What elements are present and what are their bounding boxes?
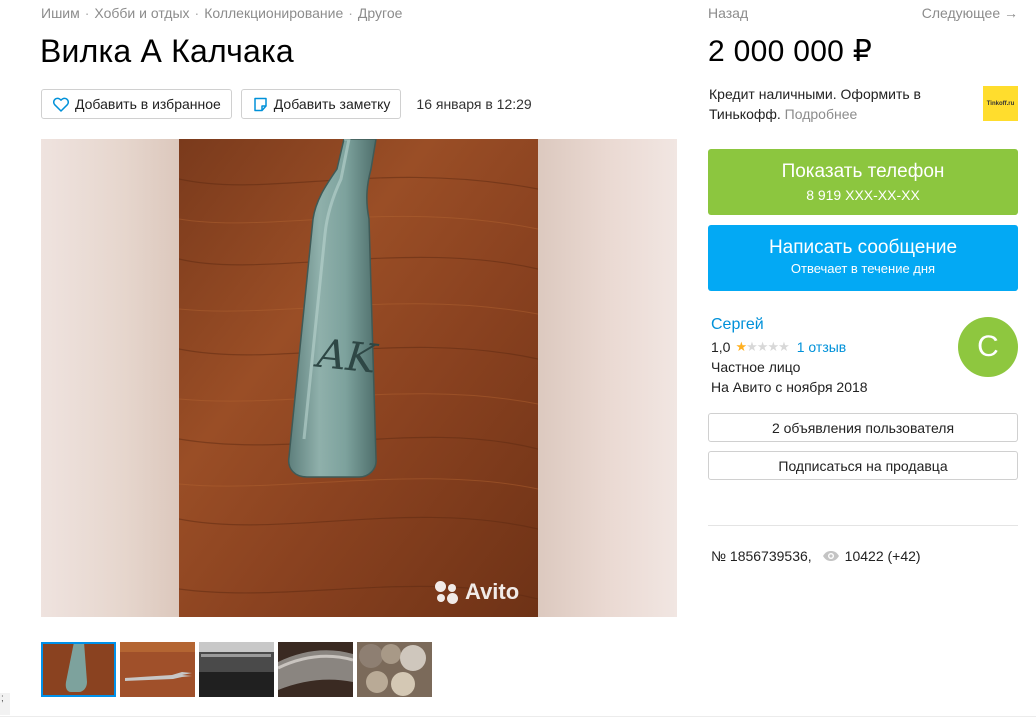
add-to-favorites-button[interactable]: Добавить в избранное: [41, 89, 232, 119]
page-title: Вилка А Калчака: [40, 33, 294, 69]
seller-avatar[interactable]: С: [958, 317, 1018, 377]
credit-offer: Кредит наличными. Оформить в Тинькофф. П…: [709, 84, 949, 124]
divider: [708, 525, 1018, 526]
star-icon: ★: [735, 339, 747, 354]
star-icon: ★: [746, 339, 758, 354]
breadcrumb: Ишим · Хобби и отдых · Коллекционирование · Др…: [41, 5, 402, 21]
price: 2 000 000 ₽: [708, 35, 873, 68]
breadcrumb-item-city[interactable]: Ишим: [41, 5, 80, 21]
avito-watermark: Avito: [433, 579, 519, 605]
rating-stars: ★★★★★: [735, 339, 790, 355]
show-phone-button[interactable]: Показать телефон 8 919 XXX-XX-XX: [708, 149, 1018, 215]
write-message-button[interactable]: Написать сообщение Отвечает в течение дн…: [708, 225, 1018, 291]
star-icon: ★: [778, 339, 790, 354]
avatar-letter: С: [977, 330, 999, 363]
seller-rating: 1,0 ★★★★★ 1 отзыв: [711, 339, 846, 355]
listing-meta: № 1856739536, 10422 (+42): [711, 548, 921, 564]
seller-name-link[interactable]: Сергей: [711, 316, 764, 334]
views-count: 10422 (+42): [844, 548, 921, 564]
tinkoff-logo[interactable]: Tinkoff.ru: [983, 86, 1018, 121]
thumbnail-2[interactable]: [120, 642, 195, 697]
item-number: № 1856739536,: [711, 548, 812, 564]
subscribe-seller-button[interactable]: Подписаться на продавца: [708, 451, 1018, 480]
tinkoff-logo-text: Tinkoff.ru: [986, 100, 1015, 107]
heart-icon: [53, 97, 69, 112]
bottom-divider: [0, 716, 1036, 717]
thumbnail-1[interactable]: [41, 642, 116, 697]
eye-icon: [822, 551, 839, 561]
listing-actions: Добавить в избранное Добавить заметку 16…: [41, 89, 532, 119]
gallery-blur-right: [538, 139, 677, 617]
breadcrumb-separator: ·: [194, 5, 200, 21]
previous-listing-link[interactable]: Назад: [708, 5, 748, 21]
star-icon: ★: [767, 339, 779, 354]
avito-logo-icon: [433, 579, 459, 605]
seller-rating-value: 1,0: [711, 339, 731, 355]
reviews-link[interactable]: 1 отзыв: [797, 339, 847, 355]
show-phone-title: Показать телефон: [781, 161, 945, 182]
breadcrumb-item-other[interactable]: Другое: [358, 5, 402, 21]
note-icon: [254, 97, 267, 111]
publish-date: 16 января в 12:29: [416, 96, 532, 112]
star-icon: ★: [756, 339, 769, 354]
breadcrumb-separator: ·: [84, 5, 90, 21]
avito-watermark-text: Avito: [465, 579, 520, 604]
seller-ads-button[interactable]: 2 объявления пользователя: [708, 413, 1018, 442]
main-photo[interactable]: AK: [179, 139, 538, 617]
write-message-subtitle: Отвечает в течение дня: [790, 261, 936, 276]
breadcrumb-item-hobby[interactable]: Хобби и отдых: [94, 5, 189, 21]
thumbnail-strip: [41, 642, 436, 697]
next-listing-link[interactable]: Следующее →: [922, 5, 1018, 21]
fork-photo-image: AK: [179, 139, 538, 617]
write-message-title: Написать сообщение: [768, 237, 958, 258]
add-note-button[interactable]: Добавить заметку: [240, 89, 402, 119]
thumbnail-3[interactable]: [199, 642, 274, 697]
add-note-label: Добавить заметку: [273, 96, 391, 112]
seller-type: Частное лицо: [711, 359, 801, 375]
thumbnail-5[interactable]: [357, 642, 432, 697]
breadcrumb-item-collecting[interactable]: Коллекционирование: [204, 5, 343, 21]
add-to-favorites-label: Добавить в избранное: [75, 96, 221, 112]
thumbnail-4[interactable]: [278, 642, 353, 697]
breadcrumb-separator: ·: [348, 5, 353, 21]
show-phone-number: 8 919 XXX-XX-XX: [806, 187, 920, 203]
page-edge-mark: ;: [0, 693, 10, 715]
gallery-blur-left: [41, 139, 179, 617]
main-photo-gallery[interactable]: AK Avito: [41, 139, 677, 617]
seller-since: На Авито с ноября 2018: [711, 379, 868, 395]
credit-more-link[interactable]: Подробнее: [785, 106, 858, 122]
fork-engraving: AK: [311, 330, 380, 383]
